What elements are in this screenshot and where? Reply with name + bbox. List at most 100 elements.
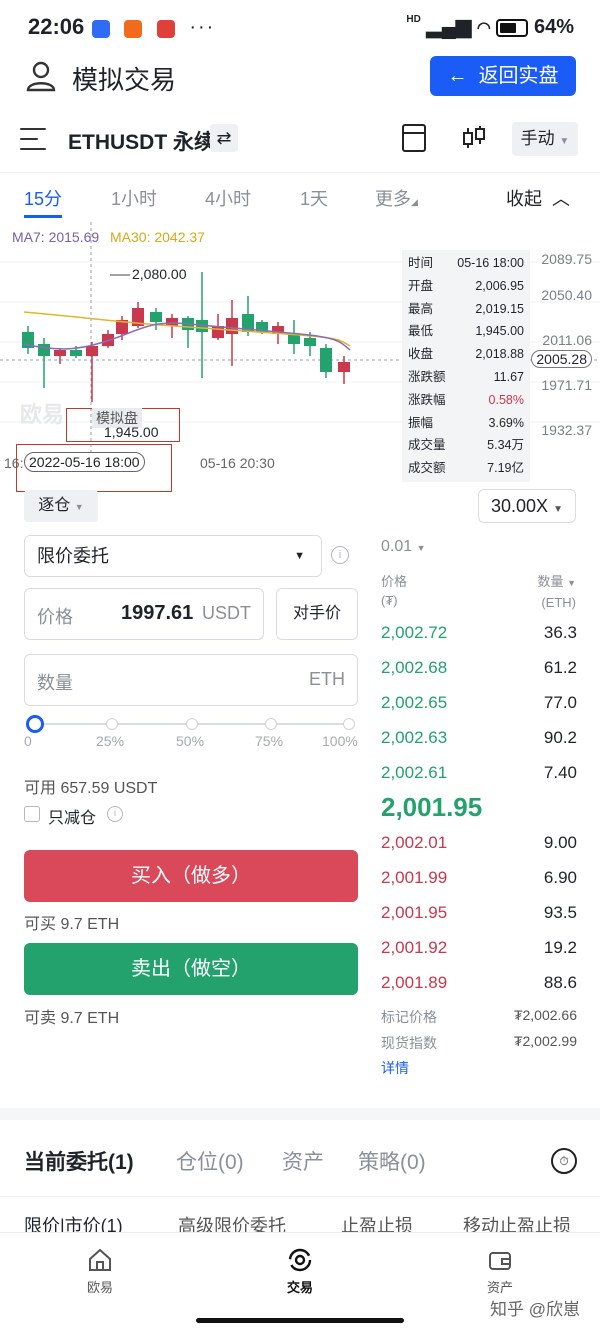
trade-mode-label: 手动 (520, 129, 555, 148)
slider-tick[interactable] (343, 718, 355, 730)
info-value: 2,018.88 (475, 347, 524, 362)
active-tab-indicator (24, 215, 62, 218)
candle-body (150, 312, 162, 322)
home-icon (89, 1248, 111, 1271)
slider-mark: 0 (24, 733, 32, 749)
reduce-only-label: 只减仓 (48, 810, 97, 827)
nav-trade-label: 交易 (286, 1280, 313, 1295)
zhihu-watermark: 知乎 @欣崽 (490, 1300, 580, 1319)
info-row: 收盘 2,018.88 (402, 343, 530, 366)
order-type-select[interactable]: 限价委托 ▼ (24, 535, 322, 577)
slider-tick[interactable] (106, 718, 118, 730)
quantity-unit: ETH (309, 669, 345, 689)
time-axis-start: 16: (4, 455, 24, 471)
price-input[interactable]: 价格 1997.61 USDT (24, 588, 264, 640)
leverage-select[interactable]: 30.00X ▼ (478, 489, 576, 523)
trade-mode-select[interactable]: 手动 ▼ (512, 122, 578, 156)
info-label: 收盘 (408, 347, 434, 362)
tab-assets[interactable]: 资产 (282, 1146, 324, 1176)
margin-mode-label: 逐仓 (38, 497, 71, 514)
kline-chart[interactable]: 欧易 MA7: 2015.69 MA30: 2042.37 2,080.00 模… (0, 222, 600, 492)
slider-tick[interactable] (265, 718, 277, 730)
counterparty-price-button[interactable]: 对手价 (276, 588, 358, 640)
timeframe-tabs: 15分 1小时 4小时 1天 更多◢ 收起 ︿ (0, 172, 600, 221)
caret-down-icon: ▼ (294, 550, 305, 562)
price-axis-2: 2050.40 (541, 287, 592, 303)
bids-qty: 7.40 (543, 763, 577, 782)
price-label: 价格 (37, 607, 73, 627)
tab-positions[interactable]: 仓位(0) (176, 1146, 244, 1176)
symbol-name[interactable]: ETHUSDT 永续 (68, 126, 215, 156)
qty-header-unit: (ETH) (541, 595, 576, 610)
asks-price: 2,001.92 (381, 938, 448, 957)
bids-qty: 90.2 (543, 728, 577, 747)
nav-assets-label: 资产 (486, 1280, 513, 1295)
tab-15m[interactable]: 15分 (24, 185, 62, 211)
candle-body (338, 362, 350, 372)
asks-qty: 9.00 (543, 833, 577, 852)
caret-down-icon: ▼ (74, 502, 84, 512)
slider-thumb[interactable] (26, 715, 44, 733)
calculator-icon[interactable] (402, 124, 426, 152)
info-label: 成交额 (408, 461, 446, 476)
reduce-only-checkbox[interactable] (24, 806, 40, 822)
price-axis-1: 2089.75 (541, 251, 592, 267)
tab-strategies[interactable]: 策略(0) (358, 1146, 426, 1176)
candle-body (70, 350, 82, 356)
slider-mark: 100% (322, 733, 358, 749)
caret-down-icon: ▼ (416, 543, 426, 553)
buy-long-button[interactable]: 买入（做多） (24, 850, 358, 902)
swap-icon[interactable]: ⇄ (210, 124, 238, 152)
slider-mark: 50% (176, 733, 205, 749)
crosshair-time-label: 2022-05-16 18:00 (24, 452, 145, 472)
index-price-value: ₮2,002.99 (513, 1033, 577, 1049)
info-icon[interactable]: i (331, 546, 349, 564)
info-value: 5.34万 (487, 438, 524, 453)
nav-trade[interactable]: 交易 (260, 1247, 340, 1296)
info-value: 2,006.95 (475, 278, 524, 293)
caret-down-icon: ▼ (559, 136, 570, 147)
ma7-value: MA7: 2015.69 (12, 229, 100, 245)
bids-price: 2,002.68 (381, 658, 448, 677)
app-notification-icon (156, 19, 175, 38)
last-price: 2,001.95 (381, 792, 483, 822)
nav-okx[interactable]: 欧易 (60, 1247, 140, 1296)
qty-column-header[interactable]: 数量 ▼ (ETH) (537, 572, 576, 612)
menu-icon[interactable] (20, 128, 46, 158)
tab-1h[interactable]: 1小时 (111, 185, 157, 211)
caret-down-icon: ▼ (553, 504, 563, 515)
tab-1d[interactable]: 1天 (300, 185, 328, 211)
sell-short-button[interactable]: 卖出（做空） (24, 943, 358, 995)
info-icon[interactable]: i (107, 806, 123, 822)
quantity-slider[interactable] (26, 715, 355, 733)
info-label: 开盘 (408, 278, 434, 293)
candle-body (320, 348, 332, 372)
bids-qty: 61.2 (543, 658, 577, 677)
quantity-input[interactable]: 数量 ETH (24, 654, 358, 706)
back-to-live-button[interactable]: ← 返回实盘 (430, 56, 576, 96)
tab-more[interactable]: 更多◢ (375, 185, 418, 211)
can-buy-amount: 可买 9.7 ETH (24, 916, 120, 933)
bids-qty: 77.0 (543, 693, 577, 712)
info-row: 时间 05-16 18:00 (402, 252, 530, 275)
margin-mode-select[interactable]: 逐仓 ▼ (24, 490, 98, 522)
info-value: 1,945.00 (475, 324, 524, 339)
app-header: 模拟交易 ← 返回实盘 (0, 54, 600, 104)
info-row: 开盘 2,006.95 (402, 275, 530, 298)
nav-assets[interactable]: 资产 (460, 1247, 540, 1296)
candlestick-icon[interactable] (460, 124, 488, 158)
nav-okx-label: 欧易 (86, 1280, 113, 1295)
user-icon[interactable] (26, 60, 56, 92)
tab-4h[interactable]: 4小时 (205, 185, 251, 211)
collapse-chart-button[interactable]: 收起 ︿ (506, 185, 570, 211)
history-icon[interactable]: ⏱ (551, 1148, 577, 1174)
time-axis-label: 05-16 20:30 (200, 455, 275, 471)
slider-tick[interactable] (186, 718, 198, 730)
candle-body (304, 338, 316, 346)
tab-open-orders[interactable]: 当前委托(1) (24, 1146, 134, 1176)
info-label: 涨跌额 (408, 369, 446, 384)
candle-body (38, 344, 50, 356)
tick-size-select[interactable]: 0.01 ▼ (381, 538, 426, 556)
details-link[interactable]: 详情 (381, 1058, 409, 1078)
signal-icon: ▂▄▆ (426, 16, 472, 38)
